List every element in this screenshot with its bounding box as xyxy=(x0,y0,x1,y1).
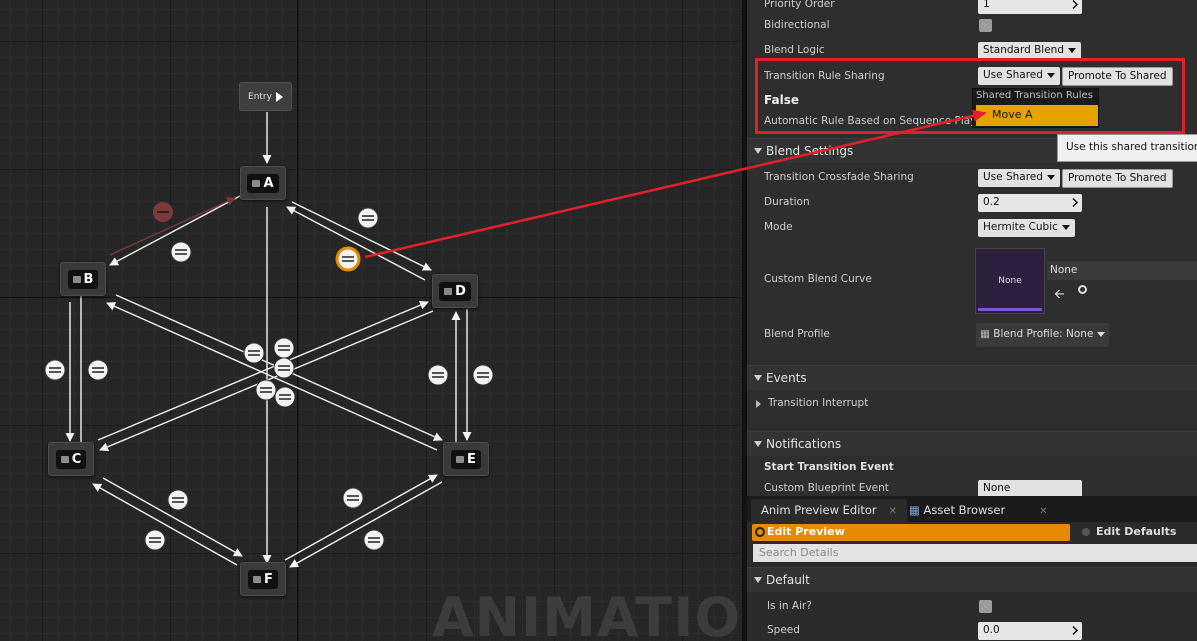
default-title: Default xyxy=(766,573,810,587)
radio-selected-icon xyxy=(755,527,765,537)
tab-label: Asset Browser xyxy=(923,503,1006,517)
drag-handle-icon xyxy=(1069,626,1078,635)
radio-icon xyxy=(1082,528,1090,536)
speed-value: 0.0 xyxy=(983,624,1000,636)
asset-browser-icon: ▦ xyxy=(909,503,920,517)
default-category[interactable]: Default xyxy=(747,567,1197,592)
preview-panel: Anim Preview Editor ✕ ▦ Asset Browser ✕ Ed… xyxy=(742,496,1197,641)
edit-preview-label: Edit Preview xyxy=(767,525,845,538)
speed-row: Speed 0.0 xyxy=(747,619,1197,641)
tab-anim-preview-editor[interactable]: Anim Preview Editor ✕ xyxy=(751,499,908,522)
edit-defaults-toggle[interactable]: Edit Defaults xyxy=(1082,525,1176,538)
close-icon[interactable]: ✕ xyxy=(889,506,897,517)
edit-defaults-label: Edit Defaults xyxy=(1096,525,1177,538)
close-icon[interactable]: ✕ xyxy=(1039,506,1047,517)
speed-label: Speed xyxy=(767,624,800,636)
tab-label: Anim Preview Editor xyxy=(761,503,877,517)
edit-preview-toggle[interactable]: Edit Preview xyxy=(752,524,1070,541)
preview-tab-bar: Anim Preview Editor ✕ ▦ Asset Browser ✕ xyxy=(747,496,1197,522)
is-in-air-label: Is in Air? xyxy=(767,600,812,612)
speed-field[interactable]: 0.0 xyxy=(978,622,1082,640)
is-in-air-checkbox[interactable] xyxy=(979,600,992,613)
tab-asset-browser[interactable]: ▦ Asset Browser ✕ xyxy=(899,499,1058,522)
is-in-air-row: Is in Air? xyxy=(747,595,1197,620)
search-details-input[interactable]: Search Details xyxy=(753,544,1197,562)
expand-arrow-icon xyxy=(754,577,762,583)
